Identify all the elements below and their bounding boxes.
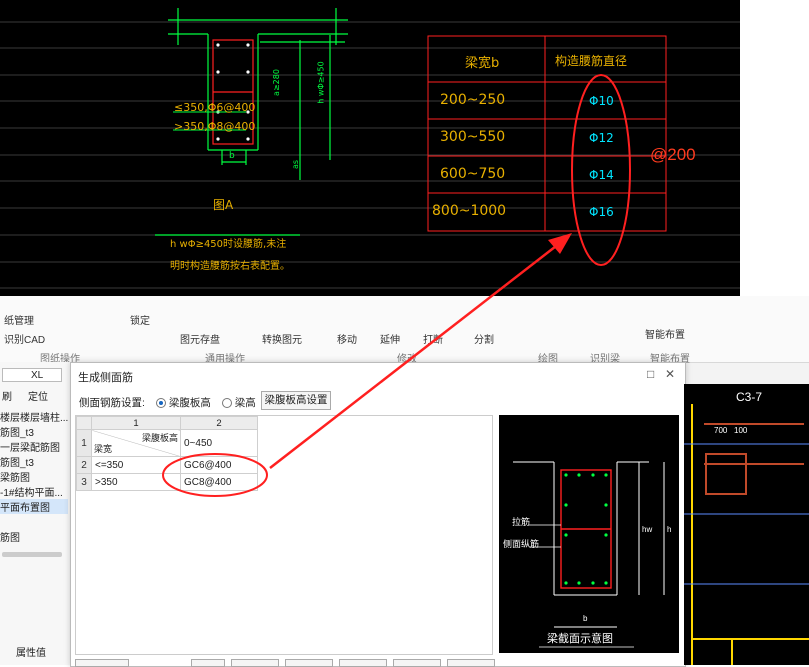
annotation-arrow bbox=[269, 233, 572, 469]
